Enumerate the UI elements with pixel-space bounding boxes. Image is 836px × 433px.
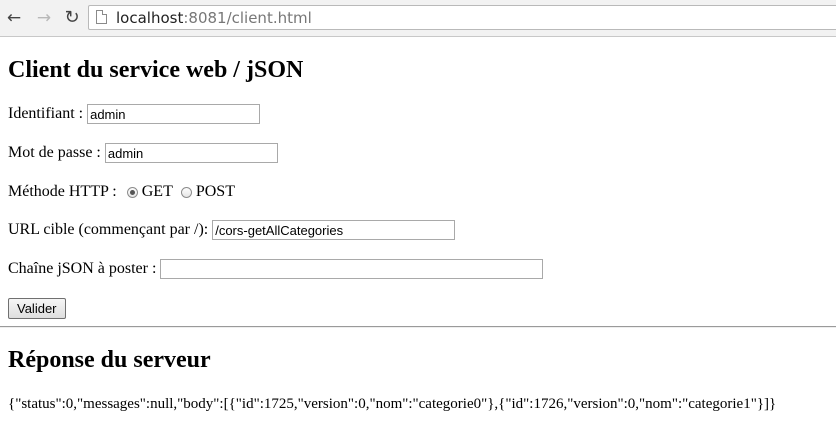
forward-arrow-icon[interactable]: → bbox=[34, 8, 54, 28]
json-input[interactable] bbox=[160, 259, 544, 279]
mot-de-passe-label: Mot de passe : bbox=[8, 144, 101, 161]
page-icon bbox=[96, 10, 107, 24]
url-cible-label: URL cible (commençant par /): bbox=[8, 221, 209, 238]
divider bbox=[0, 326, 836, 328]
json-label: Chaîne jSON à poster : bbox=[8, 260, 157, 277]
url-cible-input[interactable] bbox=[212, 220, 456, 240]
get-radio[interactable] bbox=[126, 186, 138, 198]
url-host: localhost bbox=[116, 9, 184, 27]
post-radio-label[interactable]: POST bbox=[196, 183, 235, 201]
reponse-title: Réponse du serveur bbox=[8, 347, 211, 373]
browser-toolbar: ← → ↻ localhost:8081/client.html bbox=[0, 0, 836, 37]
reponse-text: {"status":0,"messages":null,"body":[{"id… bbox=[8, 396, 777, 412]
methode-label: Méthode HTTP : bbox=[8, 183, 117, 200]
json-row: Chaîne jSON à poster : bbox=[8, 258, 544, 280]
identifiant-row: Identifiant : bbox=[8, 103, 261, 125]
identifiant-label: Identifiant : bbox=[8, 105, 84, 122]
address-url[interactable]: localhost:8081/client.html bbox=[116, 9, 312, 27]
identifiant-input[interactable] bbox=[87, 104, 261, 124]
address-bar[interactable]: localhost:8081/client.html bbox=[88, 5, 836, 30]
url-path: :8081/client.html bbox=[183, 9, 312, 27]
valider-button[interactable]: Valider bbox=[8, 298, 66, 319]
get-radio-label[interactable]: GET bbox=[142, 183, 173, 201]
mot-de-passe-input[interactable] bbox=[104, 143, 278, 163]
back-arrow-icon[interactable]: ← bbox=[4, 8, 24, 28]
methode-row: Méthode HTTP : GET POST bbox=[8, 181, 235, 203]
page-title: Client du service web / jSON bbox=[8, 57, 304, 83]
post-radio[interactable] bbox=[180, 186, 192, 198]
reload-icon[interactable]: ↻ bbox=[62, 8, 82, 28]
mot-de-passe-row: Mot de passe : bbox=[8, 142, 278, 164]
url-cible-row: URL cible (commençant par /): bbox=[8, 219, 456, 241]
